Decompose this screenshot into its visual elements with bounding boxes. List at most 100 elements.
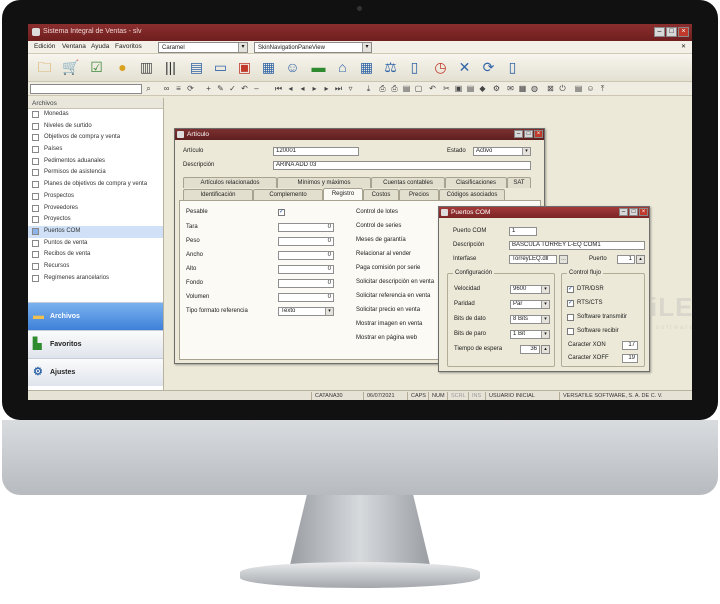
sidebar-item-checkbox[interactable] xyxy=(32,274,39,282)
page-icon[interactable]: ▢ xyxy=(414,84,423,93)
sidebar-item-checkbox[interactable] xyxy=(32,181,39,189)
browse-button[interactable]: … xyxy=(559,255,568,264)
menu-edicion[interactable]: Edición xyxy=(34,43,55,50)
prev-icon[interactable]: ◂ xyxy=(298,84,307,93)
tab-costos[interactable]: Costos xyxy=(363,189,399,200)
download-icon[interactable]: ⤓ xyxy=(364,84,373,93)
software-transmitir-checkbox[interactable] xyxy=(567,314,574,321)
calculator-icon[interactable]: ▦ xyxy=(358,59,375,76)
sidebar-item-checkbox[interactable] xyxy=(32,204,39,212)
tools-icon[interactable]: ✕ xyxy=(456,59,473,76)
scale-icon[interactable]: ⚖ xyxy=(382,59,399,76)
descripcion-input[interactable]: ARINA ADD 03 xyxy=(273,161,531,170)
puerto-spin[interactable]: ▴ xyxy=(636,255,645,264)
upload-icon[interactable]: ⤒ xyxy=(598,84,607,93)
building-icon[interactable]: ▥ xyxy=(138,59,155,76)
pesable-checkbox[interactable]: ✓ xyxy=(278,209,285,216)
sidebar-item[interactable]: Objetivos de compra y venta xyxy=(28,132,163,144)
maximize-button[interactable]: □ xyxy=(524,130,533,138)
menu-favoritos[interactable]: Favoritos xyxy=(115,43,142,50)
tab-precios[interactable]: Precios xyxy=(399,189,439,200)
tiempo-espera-spin[interactable]: ▴ xyxy=(541,345,550,354)
mail-icon[interactable]: ✉ xyxy=(506,84,515,93)
eraser-icon[interactable]: ◆ xyxy=(478,84,487,93)
search-input[interactable] xyxy=(30,84,142,94)
close-button[interactable]: × xyxy=(678,27,689,37)
minimize-button[interactable]: – xyxy=(619,208,628,216)
menu-ayuda[interactable]: Ayuda xyxy=(91,43,109,50)
peso-input[interactable]: 0 xyxy=(278,237,334,246)
undo-icon[interactable]: ↶ xyxy=(240,84,249,93)
remove-icon[interactable]: – xyxy=(252,84,261,93)
sidebar-item[interactable]: Niveles de surtido xyxy=(28,121,163,133)
document-icon[interactable]: ▤ xyxy=(188,59,205,76)
sidebar-item[interactable]: Proveedores xyxy=(28,203,163,215)
barcode-icon[interactable]: ||| xyxy=(162,59,179,76)
sidebar-item-checkbox[interactable] xyxy=(32,216,39,224)
tara-input[interactable]: 0 xyxy=(278,223,334,232)
velocidad-select[interactable]: 9600 ▾ xyxy=(510,285,550,294)
check-icon[interactable]: ✓ xyxy=(228,84,237,93)
interfase-input[interactable]: TorreyLEQ.dll xyxy=(509,255,557,264)
refresh-icon[interactable]: ⟳ xyxy=(186,84,195,93)
sidebar-item-checkbox[interactable] xyxy=(32,122,39,130)
next-page-icon[interactable]: ▸ xyxy=(322,84,331,93)
cashier-icon[interactable]: ▣ xyxy=(236,59,253,76)
puertos-descripcion-input[interactable]: BASCULA TORREY L-EQ COM1 xyxy=(509,241,645,250)
tab-clasificaciones[interactable]: Clasificaciones xyxy=(445,177,507,188)
next-icon[interactable]: ▸ xyxy=(310,84,319,93)
bits-paro-select[interactable]: 1 Bit ▾ xyxy=(510,330,550,339)
check-doc-icon[interactable]: ☑ xyxy=(88,59,105,76)
copy-icon[interactable]: ▣ xyxy=(454,84,463,93)
tab-minimos-maximos[interactable]: Mínimos y máximos xyxy=(277,177,371,188)
tab-sat[interactable]: SAT xyxy=(507,177,531,188)
ancho-input[interactable]: 0 xyxy=(278,251,334,260)
nav-section-archivos[interactable]: ▬ Archivos xyxy=(28,302,163,330)
rts-cts-checkbox[interactable]: ✓ xyxy=(567,300,574,307)
power-icon[interactable]: ⏻ xyxy=(558,84,567,93)
sidebar-item-checkbox[interactable] xyxy=(32,262,39,270)
dtr-dsr-checkbox[interactable]: ✓ xyxy=(567,286,574,293)
cut-icon[interactable]: ✂ xyxy=(442,84,451,93)
first-icon[interactable]: ⏮ xyxy=(274,84,283,93)
undo-icon[interactable]: ↶ xyxy=(428,84,437,93)
sidebar-item[interactable]: Pedimentos aduanales xyxy=(28,156,163,168)
print-preview-icon[interactable]: ⎙ xyxy=(390,84,399,93)
print-icon[interactable]: ⎙ xyxy=(378,84,387,93)
tab-identificacion[interactable]: Identificación xyxy=(183,189,253,200)
binoculars-icon[interactable]: ∞ xyxy=(162,84,171,93)
volumen-input[interactable]: 0 xyxy=(278,293,334,302)
theme-combo[interactable]: Caramel ▾ xyxy=(158,42,248,53)
sidebar-item-checkbox[interactable] xyxy=(32,169,39,177)
close-button[interactable]: × xyxy=(534,130,543,138)
last-icon[interactable]: ⏭ xyxy=(334,84,343,93)
nav-section-ajustes[interactable]: ⚙ Ajustes xyxy=(28,358,163,386)
minimize-button[interactable]: – xyxy=(514,130,523,138)
clock-icon[interactable]: ◷ xyxy=(432,59,449,76)
menu-ventana[interactable]: Ventana xyxy=(62,43,86,50)
puerto-input[interactable]: 1 xyxy=(617,255,635,264)
report-icon[interactable]: ▦ xyxy=(260,59,277,76)
globe-icon[interactable]: ◍ xyxy=(530,84,539,93)
filter-icon[interactable]: ▿ xyxy=(346,84,355,93)
cart-icon[interactable]: 🛒 xyxy=(62,59,79,76)
cancel-icon[interactable]: ⊠ xyxy=(546,84,555,93)
sidebar-item-checkbox[interactable] xyxy=(32,111,39,118)
sidebar-item-checkbox[interactable] xyxy=(32,239,39,247)
tab-complemento[interactable]: Complemento xyxy=(253,189,323,200)
sidebar-item[interactable]: Proyectos xyxy=(28,214,163,226)
alto-input[interactable]: 0 xyxy=(278,265,334,274)
sidebar-item-checkbox[interactable] xyxy=(32,134,39,142)
sidebar-item[interactable]: Puntos de venta xyxy=(28,238,163,250)
sidebar-item[interactable]: Permisos de asistencia xyxy=(28,167,163,179)
lock-icon[interactable]: ▤ xyxy=(574,84,583,93)
export-icon[interactable]: ▤ xyxy=(402,84,411,93)
tab-articulos-relacionados[interactable]: Artículos relacionados xyxy=(183,177,277,188)
sidebar-item-checkbox[interactable] xyxy=(32,146,39,154)
paridad-select[interactable]: Par ▾ xyxy=(510,300,550,309)
sidebar-item[interactable]: Regímenes arancelarios xyxy=(28,273,163,285)
prev-page-icon[interactable]: ◂ xyxy=(286,84,295,93)
tab-codigos-asociados[interactable]: Códigos asociados xyxy=(439,189,505,200)
edit-icon[interactable]: ✎ xyxy=(216,84,225,93)
tab-cuentas-contables[interactable]: Cuentas contables xyxy=(371,177,445,188)
